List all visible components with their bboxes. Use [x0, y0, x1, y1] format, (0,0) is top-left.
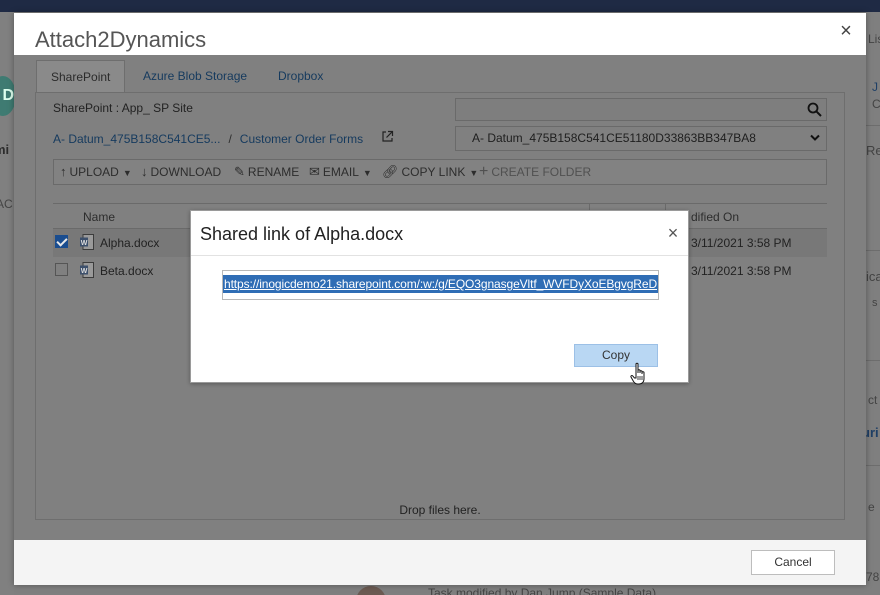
dialog-title: Attach2Dynamics: [35, 27, 207, 52]
link-icon: 🔗︎: [382, 164, 399, 179]
caret-down-icon: ▼: [362, 168, 372, 178]
word-document-icon: W: [80, 234, 94, 250]
search-input[interactable]: [455, 98, 827, 121]
pencil-icon: ✎: [234, 164, 245, 179]
copy-link-label: COPY LINK: [401, 165, 466, 179]
email-label: EMAIL: [322, 165, 359, 179]
hand-pointer-icon: [630, 362, 645, 385]
upload-button[interactable]: ↑ UPLOAD ▼: [60, 160, 135, 184]
dialog-header: Attach2Dynamics ×: [14, 13, 866, 55]
app-top-bar: [0, 0, 880, 12]
upload-label: UPLOAD: [69, 165, 119, 179]
caret-down-icon: ▼: [122, 168, 132, 178]
breadcrumb-item-account[interactable]: A- Datum_475B158C541CE5...: [53, 132, 220, 146]
envelope-icon: ✉: [309, 164, 320, 179]
tab-azure-blob-storage[interactable]: Azure Blob Storage: [143, 60, 247, 92]
site-label: SharePoint : App_ SP Site: [53, 101, 193, 115]
copy-link-button[interactable]: 🔗︎ COPY LINK ▼: [382, 160, 481, 184]
file-modified-on: 3/11/2021 3:58 PM: [691, 236, 792, 250]
download-icon: ↓: [141, 164, 148, 179]
breadcrumb-item-folder[interactable]: Customer Order Forms: [240, 132, 363, 146]
svg-text:W: W: [81, 268, 88, 275]
plus-icon: +: [479, 163, 489, 180]
modal-title: Shared link of Alpha.docx: [200, 224, 404, 244]
dialog-footer: Cancel: [14, 540, 866, 585]
background-fragment: J: [872, 80, 878, 94]
caret-down-icon: ▼: [469, 168, 479, 178]
background-fragment: ct: [868, 393, 878, 407]
create-folder-label: CREATE FOLDER: [491, 165, 592, 179]
open-in-new-icon[interactable]: [381, 130, 394, 143]
background-fragment: C: [872, 97, 880, 111]
folder-select[interactable]: A- Datum_475B158C541CE51180D33863BB347BA…: [455, 126, 827, 151]
divider: [866, 250, 880, 251]
background-fragment: ica: [866, 269, 880, 284]
row-checkbox[interactable]: [55, 235, 68, 248]
divider: [191, 255, 688, 256]
shared-link-text[interactable]: https://inogicdemo21.sharepoint.com/:w:/…: [223, 275, 658, 293]
background-fragment: AC: [0, 197, 13, 211]
breadcrumb-separator: /: [228, 132, 232, 146]
word-document-icon: W: [80, 262, 94, 278]
file-toolbar: ↑ UPLOAD ▼ ↓ DOWNLOAD ✎ RENAME ✉ EMAIL ▼ 🔗︎ COP…: [53, 159, 827, 185]
timeline-entry-text: Task modified by Dan Jump (Sample Data): [428, 586, 657, 595]
shared-link-modal: Shared link of Alpha.docx × https://inog…: [190, 210, 689, 383]
download-label: DOWNLOAD: [150, 165, 222, 179]
tab-dropbox[interactable]: Dropbox: [278, 60, 323, 92]
drop-zone-label[interactable]: Drop files here.: [36, 503, 844, 517]
close-icon[interactable]: ×: [665, 224, 681, 242]
file-name[interactable]: Alpha.docx: [100, 236, 159, 250]
folder-select-value: A- Datum_475B158C541CE51180D33863BB347BA…: [472, 131, 756, 145]
row-checkbox[interactable]: [55, 263, 68, 276]
upload-icon: ↑: [60, 164, 67, 179]
email-button[interactable]: ✉ EMAIL ▼: [309, 160, 375, 184]
chevron-down-icon: [810, 134, 820, 141]
divider: [866, 125, 880, 126]
background-fragment: mi: [0, 142, 10, 157]
file-name[interactable]: Beta.docx: [100, 264, 153, 278]
background-fragment: e: [868, 500, 875, 514]
divider: [866, 360, 880, 361]
create-folder-button[interactable]: + CREATE FOLDER: [479, 160, 591, 184]
background-fragment: Re: [866, 143, 880, 158]
shared-link-field[interactable]: https://inogicdemo21.sharepoint.com/:w:/…: [222, 270, 659, 300]
rename-label: RENAME: [247, 165, 300, 179]
cancel-button[interactable]: Cancel: [751, 550, 835, 575]
breadcrumb: A- Datum_475B158C541CE5... / Customer Orde…: [53, 132, 363, 146]
search-icon[interactable]: [807, 102, 822, 117]
divider: [866, 465, 880, 466]
download-button[interactable]: ↓ DOWNLOAD: [141, 160, 221, 184]
rename-button[interactable]: ✎ RENAME: [234, 160, 299, 184]
svg-text:W: W: [81, 240, 88, 247]
file-modified-on: 3/11/2021 3:58 PM: [691, 264, 792, 278]
background-fragment: s: [872, 297, 878, 309]
background-fragment: 78: [866, 570, 880, 584]
column-header-name[interactable]: Name: [83, 210, 115, 224]
close-icon[interactable]: ×: [836, 21, 856, 41]
tab-sharepoint[interactable]: SharePoint: [36, 60, 126, 92]
column-header-modified-on[interactable]: dified On: [691, 210, 739, 224]
background-fragment: Lis: [868, 32, 880, 46]
